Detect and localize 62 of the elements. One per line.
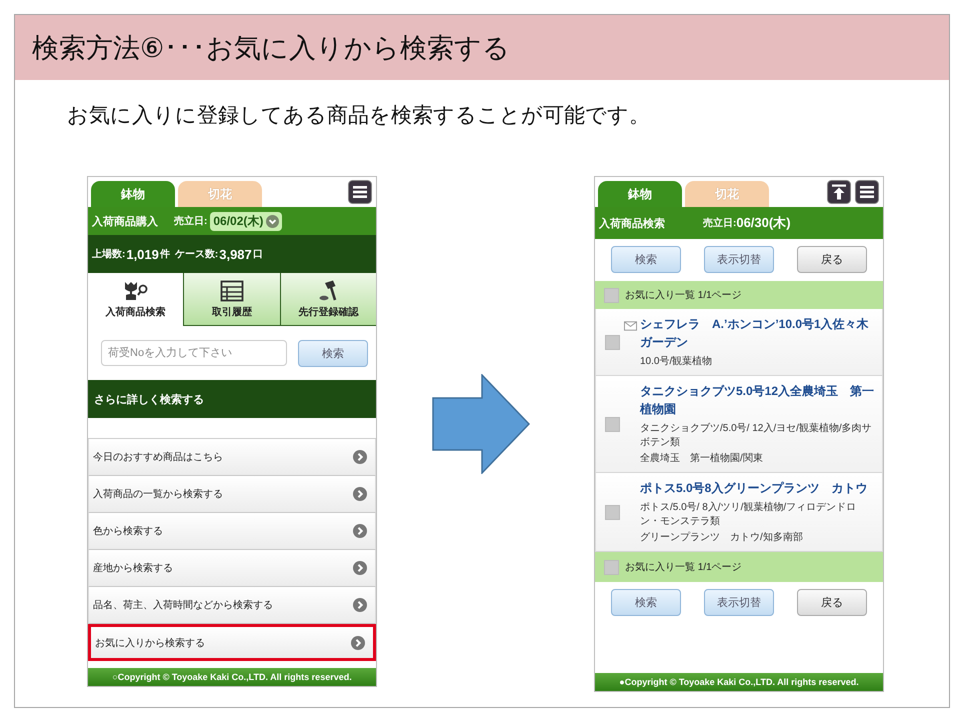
menu-item[interactable]: 入荷商品の一覧から検索する [88, 476, 376, 513]
listed-count-unit: 件 [160, 248, 170, 261]
case-count-value: 3,987 [219, 246, 252, 262]
chevron-right-icon [353, 598, 367, 612]
chevron-down-icon [266, 214, 280, 228]
product-title-link[interactable]: タニクショクブツ5.0号12入全農埼玉 第一植物園 [640, 382, 876, 418]
menu-item[interactable]: お気に入りから検索する [88, 624, 376, 661]
checkbox[interactable] [605, 334, 620, 350]
category-tab[interactable]: 鉢物 [598, 181, 682, 207]
slide-subtitle: お気に入りに登録してある商品を検索することが可能です。 [67, 103, 651, 129]
product-detail: ポトス/5.0号/ 8入/ツリ/観葉植物/フィロデンドロン・モンステラ類 [640, 501, 858, 529]
category-tab[interactable]: 鉢物 [91, 181, 175, 207]
menu-item[interactable]: 色から検索する [88, 513, 376, 550]
nav-tab[interactable]: 取引履歴 [183, 273, 280, 325]
product-title-link[interactable]: ポトス5.0号8入グリーンプランツ カトウ [640, 479, 876, 497]
toolbar-button[interactable]: 表示切替 [704, 246, 774, 273]
toolbar-button[interactable]: 表示切替 [704, 589, 774, 616]
copyright-text: ●Copyright © Toyoake Kaki Co.,LTD. All rights reserved. [619, 677, 859, 687]
product-detail: タニクショクブツ/5.0号/ 12入/ヨセ/観葉植物/多肉サボテン類 [640, 422, 873, 450]
checkbox[interactable] [605, 416, 620, 432]
listed-count-value: 1,019 [126, 246, 159, 262]
screen-title: 入荷商品購入 [92, 214, 158, 228]
receipt-number-input[interactable]: 荷受Noを入力して下さい [101, 340, 287, 366]
product-detail: 10.0号/観葉植物 [640, 355, 714, 369]
product-detail: 全農埼玉 第一植物園/関東 [640, 452, 764, 466]
date-label: 売立日: [174, 214, 208, 228]
menu-item[interactable]: 産地から検索する [88, 550, 376, 587]
chevron-right-icon [353, 487, 367, 501]
toolbar-button[interactable]: 検索 [611, 246, 681, 273]
list-header-text: お気に入り一覧 1/1ページ [625, 288, 742, 302]
scroll-top-icon[interactable] [827, 180, 851, 204]
screen-title: 入荷商品検索 [599, 216, 665, 230]
case-count-unit: 口 [252, 248, 263, 261]
nav-tab[interactable]: 入荷商品検索 [88, 273, 184, 326]
menu-icon[interactable] [855, 180, 879, 204]
checkbox[interactable] [604, 288, 619, 302]
section-title: さらに詳しく検索する [94, 392, 204, 406]
list-header-text: お気に入り一覧 1/1ページ [625, 560, 742, 574]
date-value: 06/30(木) [736, 214, 791, 232]
toolbar-button[interactable]: 戻る [797, 246, 867, 273]
product-title-link[interactable]: シェフレラ A.’ホンコン’10.0号1入佐々木ガーデン [640, 315, 876, 351]
nav-tab[interactable]: 先行登録確認 [280, 273, 376, 325]
checkbox[interactable] [605, 504, 620, 520]
chevron-right-icon [353, 524, 367, 538]
menu-item[interactable]: 今日のおすすめ商品はこちら [88, 439, 376, 476]
chevron-right-icon [353, 450, 367, 464]
chevron-right-icon [351, 636, 365, 650]
date-label: 売立日: [703, 216, 736, 230]
right-arrow-icon [432, 374, 530, 474]
toolbar-button[interactable]: 戻る [797, 589, 867, 616]
checkbox[interactable] [604, 560, 619, 574]
date-dropdown[interactable]: 06/02(木) [210, 212, 282, 230]
chevron-right-icon [353, 561, 367, 575]
search-button[interactable]: 検索 [298, 340, 368, 366]
product-detail: グリーンプランツ カトウ/知多南部 [640, 531, 804, 545]
listed-count-label: 上場数: [92, 248, 126, 261]
copyright-text: ○Copyright © Toyoake Kaki Co.,LTD. All rights reserved. [112, 672, 352, 682]
menu-icon[interactable] [348, 180, 372, 204]
toolbar-button[interactable]: 検索 [611, 589, 681, 616]
slide-title: 検索方法⑥･･･お気に入りから検索する [32, 32, 510, 64]
case-count-label: ケース数: [174, 248, 218, 261]
menu-item[interactable]: 品名、荷主、入荷時間などから検索する [88, 587, 376, 624]
